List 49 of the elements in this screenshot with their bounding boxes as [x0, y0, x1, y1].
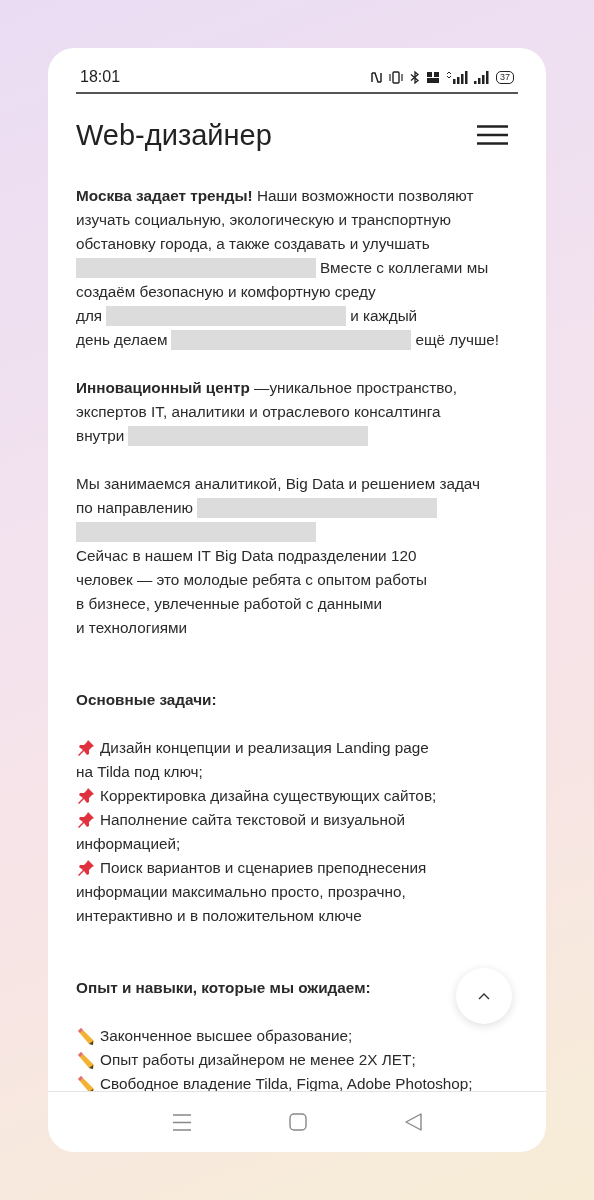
body-text: Корректировка дизайна существующих сайтов;	[100, 787, 437, 805]
body-text: Москва задает тренды! Наши возможности позволяют	[76, 187, 474, 205]
body-text: в бизнесе, увлеченные работой с данными	[76, 595, 383, 613]
clock-time: 18:01	[80, 68, 121, 86]
body-text: Сейчас в нашем IT Big Data подразделении 120	[76, 547, 417, 565]
body-text: Инновационный центр —уникальное пространство,	[76, 379, 457, 397]
body-text: экспертов IT, аналитики и отраслевого консалтинга	[76, 403, 441, 421]
pencil-icon	[76, 1050, 96, 1070]
body-text: интерактивно и в положительном ключе	[76, 907, 362, 925]
bluetooth-icon	[410, 70, 420, 84]
pushpin-icon	[76, 786, 96, 806]
section-heading: Опыт и навыки, которые мы ожидаем:	[76, 978, 371, 998]
back-icon[interactable]	[404, 1113, 422, 1131]
body-text: внутри	[76, 427, 125, 445]
body-text: человек — это молодые ребята с опытом работы	[76, 571, 428, 589]
body-text: день делаем	[76, 331, 168, 349]
body-text: обстановку города, а также создавать и улучшать	[76, 235, 430, 253]
body-text: на Tilda под ключ;	[76, 763, 203, 781]
home-icon[interactable]	[288, 1113, 307, 1131]
section-heading: Основные задачи:	[76, 690, 217, 710]
body-text: Опыт работы дизайнером не менее 2Х ЛЕТ;	[100, 1051, 416, 1069]
pushpin-icon	[76, 858, 96, 878]
body-text: информации максимально просто, прозрачно,	[76, 883, 406, 901]
pushpin-icon	[76, 810, 96, 830]
signal-icon	[446, 70, 468, 84]
pushpin-icon	[76, 738, 96, 758]
page-title: Web-дизайнер	[76, 118, 272, 152]
body-text: ещё лучше!	[415, 331, 499, 349]
menu-icon[interactable]	[477, 125, 508, 145]
body-text: создаём безопасную и комфортную среду	[76, 283, 376, 301]
pencil-icon	[76, 1074, 96, 1091]
body-text: Дизайн концепции и реализация Landing page	[100, 739, 429, 757]
caret-icon	[478, 992, 490, 1000]
body-text: Законченное высшее образование;	[100, 1027, 353, 1045]
vibrate-icon	[388, 70, 404, 84]
body-text: и технологиями	[76, 619, 188, 637]
signal-icon	[474, 70, 490, 84]
body-text: Мы занимаемся аналитикой, Big Data и решением задач	[76, 475, 480, 493]
body-text: информацией;	[76, 835, 181, 853]
body-text: Поиск вариантов и сценариев преподнесения	[100, 859, 427, 877]
body-text: и каждый	[350, 307, 418, 325]
pencil-icon	[76, 1026, 96, 1046]
body-text: Наполнение сайта текстовой и визуальной	[100, 811, 406, 829]
body-text: Вместе с коллегами мы	[320, 259, 489, 277]
battery-indicator: 37	[496, 70, 514, 84]
body-text: для	[76, 307, 103, 325]
body-text: изучать социальную, экологическую и транспортную	[76, 211, 451, 229]
nfc-icon	[371, 70, 382, 84]
body-text: по направлению	[76, 499, 193, 517]
